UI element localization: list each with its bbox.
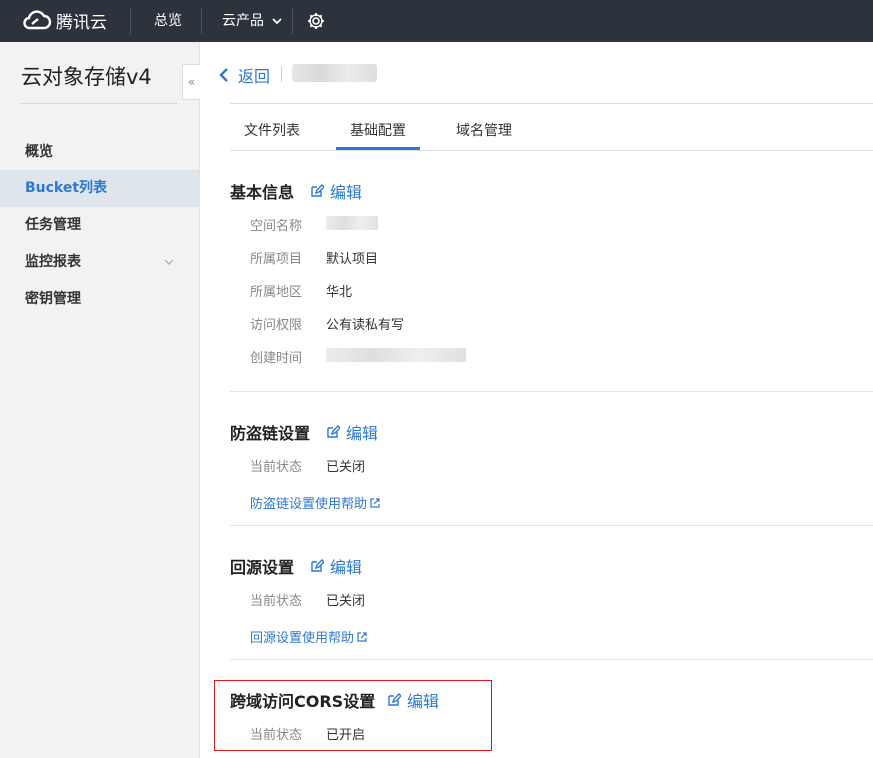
brand-logo[interactable]: 腾讯云 xyxy=(22,7,107,33)
field-label: 所属地区 xyxy=(250,285,303,300)
cors-title: 跨域访问CORS设置 xyxy=(230,692,376,711)
chevron-left-icon xyxy=(219,68,228,82)
sidebar-item-task-management[interactable]: 任务管理 xyxy=(0,207,199,244)
header-divider xyxy=(281,66,282,82)
edit-icon xyxy=(388,693,401,706)
basic-info-edit-button[interactable]: 编辑 xyxy=(310,179,362,203)
external-link-icon xyxy=(370,497,380,508)
status-value: 已关闭 xyxy=(326,460,366,475)
field-value: 华北 xyxy=(326,285,353,300)
edit-label: 编辑 xyxy=(330,183,363,202)
nav-divider xyxy=(201,8,202,34)
edit-label: 编辑 xyxy=(407,692,440,711)
basic-info-title: 基本信息 xyxy=(230,183,295,202)
nav-overview[interactable]: 总览 xyxy=(154,0,182,42)
sidebar-item-label: 监控报表 xyxy=(25,254,81,270)
header-underline xyxy=(230,103,873,104)
status-value: 已开启 xyxy=(326,728,366,743)
created-time-value-redacted xyxy=(326,348,466,362)
cloud-logo-icon xyxy=(23,10,52,30)
sidebar: 云对象存储v4 « 概览 Bucket列表 任务管理 监控报表 密钥管理 xyxy=(0,42,200,758)
status-label: 当前状态 xyxy=(250,460,303,475)
field-label: 创建时间 xyxy=(250,351,303,366)
tab-bar: 文件列表 基础配置 域名管理 xyxy=(230,114,873,151)
main-content: 返回 文件列表 基础配置 域名管理 基本信息 编辑 空间名称 所属项目 默认项目… xyxy=(200,42,873,758)
status-value: 已关闭 xyxy=(326,594,366,609)
nav-divider xyxy=(130,8,131,34)
hotlink-help-link[interactable]: 防盗链设置使用帮助 xyxy=(250,493,380,512)
sidebar-item-overview[interactable]: 概览 xyxy=(0,134,199,171)
edit-icon xyxy=(311,184,324,197)
bucket-name-value-redacted xyxy=(326,216,378,230)
sidebar-item-monitoring[interactable]: 监控报表 xyxy=(0,244,199,281)
help-link-label: 回源设置使用帮助 xyxy=(250,631,355,646)
external-link-icon xyxy=(357,631,367,642)
field-label: 所属项目 xyxy=(250,252,303,267)
field-label: 空间名称 xyxy=(250,219,303,234)
edit-label: 编辑 xyxy=(330,558,363,577)
help-link-label: 防盗链设置使用帮助 xyxy=(250,497,368,512)
section-divider xyxy=(230,391,873,392)
origin-title: 回源设置 xyxy=(230,558,295,577)
tab-domain-management[interactable]: 域名管理 xyxy=(442,114,526,150)
field-value: 公有读私有写 xyxy=(326,318,405,333)
edit-icon xyxy=(327,425,340,438)
edit-icon xyxy=(311,559,324,572)
back-label: 返回 xyxy=(238,67,271,86)
collapse-sidebar-button[interactable]: « xyxy=(182,64,200,100)
back-button[interactable]: 返回 xyxy=(218,63,270,87)
brand-name: 腾讯云 xyxy=(56,12,107,33)
status-label: 当前状态 xyxy=(250,728,303,743)
bucket-name-redacted xyxy=(292,64,377,82)
tab-basic-config[interactable]: 基础配置 xyxy=(336,114,420,150)
gear-icon[interactable] xyxy=(306,11,326,31)
tab-file-list[interactable]: 文件列表 xyxy=(230,114,314,150)
cors-edit-button[interactable]: 编辑 xyxy=(387,688,439,712)
sidebar-title: 云对象存储v4 xyxy=(21,65,152,89)
origin-edit-button[interactable]: 编辑 xyxy=(310,554,362,578)
section-divider xyxy=(230,659,873,660)
field-value: 默认项目 xyxy=(326,252,379,267)
sidebar-item-key-management[interactable]: 密钥管理 xyxy=(0,281,199,318)
chevron-down-icon xyxy=(272,18,283,25)
nav-products-label: 云产品 xyxy=(222,13,264,29)
hotlink-title: 防盗链设置 xyxy=(230,424,311,443)
section-divider xyxy=(230,525,873,526)
edit-label: 编辑 xyxy=(346,424,379,443)
top-navbar: 腾讯云 总览 云产品 xyxy=(0,0,873,42)
hotlink-edit-button[interactable]: 编辑 xyxy=(326,420,378,444)
origin-help-link[interactable]: 回源设置使用帮助 xyxy=(250,627,367,646)
sidebar-item-bucket-list[interactable]: Bucket列表 xyxy=(0,170,199,207)
chevron-down-icon xyxy=(164,259,174,265)
status-label: 当前状态 xyxy=(250,594,303,609)
field-label: 访问权限 xyxy=(250,318,303,333)
nav-products[interactable]: 云产品 xyxy=(222,0,283,42)
sidebar-divider xyxy=(20,103,178,104)
nav-divider xyxy=(292,8,293,34)
